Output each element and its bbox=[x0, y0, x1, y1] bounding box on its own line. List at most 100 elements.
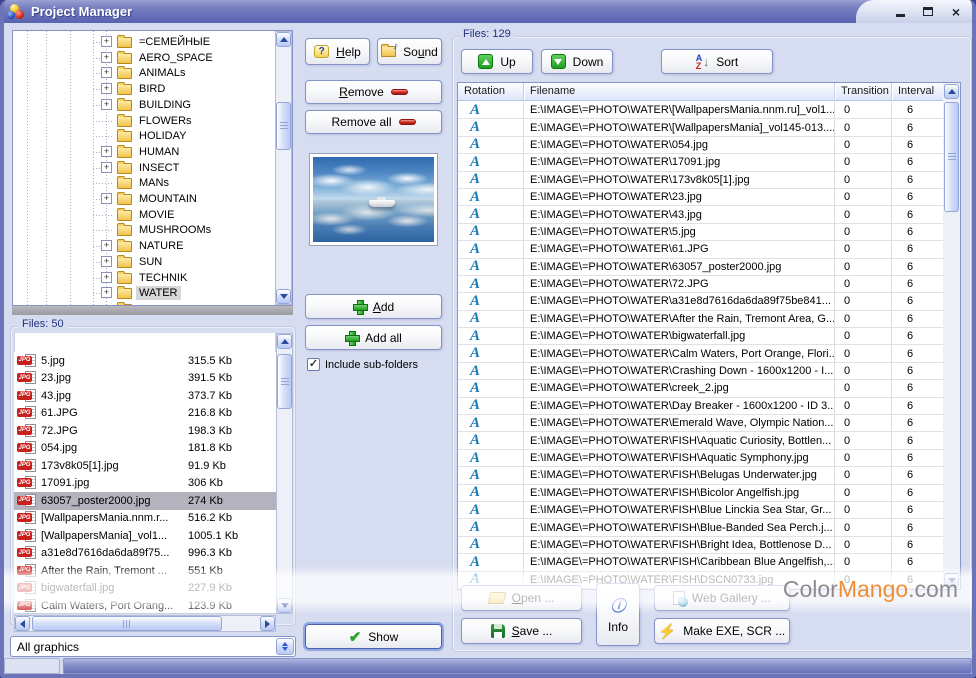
playlist-row[interactable]: AE:\IMAGE\=PHOTO\WATER\Emerald Wave, Oly… bbox=[458, 415, 944, 432]
file-list-row[interactable]: JPGCalm Waters, Port Orang...123.9 Kb bbox=[14, 597, 276, 613]
tree-item[interactable]: +WATER bbox=[13, 285, 292, 301]
tree-item[interactable]: +BIRD bbox=[13, 81, 292, 97]
down-button[interactable]: Down bbox=[541, 49, 613, 74]
playlist-row[interactable]: AE:\IMAGE\=PHOTO\WATER\43.jpg06 bbox=[458, 206, 944, 223]
checkbox-check-icon[interactable]: ✓ bbox=[307, 358, 320, 371]
playlist-scroll-up-button[interactable] bbox=[944, 84, 959, 99]
playlist-row[interactable]: AE:\IMAGE\=PHOTO\WATER\61.JPG06 bbox=[458, 241, 944, 258]
show-button[interactable]: ✔ Show bbox=[305, 624, 442, 649]
tree-scroll-down-button[interactable] bbox=[276, 289, 291, 304]
file-list-scroll-up-button[interactable] bbox=[277, 334, 292, 349]
sort-button[interactable]: AZ↓ Sort bbox=[661, 49, 773, 74]
playlist-row[interactable]: AE:\IMAGE\=PHOTO\WATER\17091.jpg06 bbox=[458, 154, 944, 171]
column-header-rotation[interactable]: Rotation bbox=[458, 83, 524, 100]
expand-plus-icon[interactable]: + bbox=[101, 67, 112, 78]
expand-plus-icon[interactable]: + bbox=[101, 256, 112, 267]
web-gallery-button[interactable]: Web Gallery ... bbox=[654, 585, 790, 611]
expand-plus-icon[interactable]: + bbox=[101, 240, 112, 251]
playlist-scrollbar[interactable] bbox=[943, 83, 960, 589]
tree-scrollbar[interactable] bbox=[275, 31, 292, 305]
playlist-row[interactable]: AE:\IMAGE\=PHOTO\WATER\Crashing Down - 1… bbox=[458, 363, 944, 380]
file-list-row[interactable]: JPG[WallpapersMania]_vol1...1005.1 Kb bbox=[14, 527, 276, 545]
playlist-row[interactable]: AE:\IMAGE\=PHOTO\WATER\63057_poster2000.… bbox=[458, 259, 944, 276]
column-header-filename[interactable]: Filename bbox=[524, 83, 835, 100]
tree-item[interactable]: FLOWERs bbox=[13, 113, 292, 129]
file-list-row[interactable]: JPG72.JPG198.3 Kb bbox=[14, 422, 276, 440]
tree-item[interactable]: +SUN bbox=[13, 254, 292, 270]
up-button[interactable]: Up bbox=[461, 49, 533, 74]
playlist-row[interactable]: AE:\IMAGE\=PHOTO\WATER\FISH\Blue Linckia… bbox=[458, 502, 944, 519]
file-type-filter[interactable]: All graphics bbox=[10, 636, 296, 657]
tree-item[interactable]: HOLIDAY bbox=[13, 128, 292, 144]
playlist-row[interactable]: AE:\IMAGE\=PHOTO\WATER\creek_2.jpg06 bbox=[458, 380, 944, 397]
column-header-interval[interactable]: Interval bbox=[892, 83, 944, 100]
file-list-row[interactable]: JPG054.jpg181.8 Kb bbox=[14, 440, 276, 458]
tree-item[interactable]: +INSECT bbox=[13, 160, 292, 176]
playlist-row[interactable]: AE:\IMAGE\=PHOTO\WATER\Calm Waters, Port… bbox=[458, 345, 944, 362]
remove-all-button[interactable]: Remove all bbox=[305, 110, 442, 134]
playlist-scroll-down-button[interactable] bbox=[944, 573, 959, 588]
expand-plus-icon[interactable]: + bbox=[101, 272, 112, 283]
title-bar[interactable]: Project Manager bbox=[0, 0, 976, 23]
expand-plus-icon[interactable]: + bbox=[101, 83, 112, 94]
playlist-row[interactable]: AE:\IMAGE\=PHOTO\WATER\FISH\Blue-Banded … bbox=[458, 519, 944, 536]
playlist-row[interactable]: AE:\IMAGE\=PHOTO\WATER\FISH\Bright Idea,… bbox=[458, 537, 944, 554]
tree-item[interactable]: +HUMAN bbox=[13, 144, 292, 160]
playlist-row[interactable]: AE:\IMAGE\=PHOTO\WATER\23.jpg06 bbox=[458, 189, 944, 206]
tree-item[interactable]: +=СЕМЕЙНЫЕ bbox=[13, 34, 292, 50]
file-list-row[interactable]: JPG63057_poster2000.jpg274 Kb bbox=[14, 492, 276, 510]
tree-item[interactable]: +NATURE bbox=[13, 238, 292, 254]
file-list-scroll-left-button[interactable] bbox=[15, 616, 30, 631]
file-list-row[interactable]: JPGa31e8d7616da6da89f75...996.3 Kb bbox=[14, 545, 276, 563]
tree-item[interactable]: +AERO_SPACE bbox=[13, 50, 292, 66]
playlist-row[interactable]: AE:\IMAGE\=PHOTO\WATER\bigwaterfall.jpg0… bbox=[458, 328, 944, 345]
playlist-row[interactable]: AE:\IMAGE\=PHOTO\WATER\FISH\Aquatic Curi… bbox=[458, 432, 944, 449]
file-list-scroll-right-button[interactable] bbox=[260, 616, 275, 631]
file-list-hscrollbar[interactable] bbox=[14, 615, 276, 632]
expand-plus-icon[interactable]: + bbox=[101, 52, 112, 63]
tree-item[interactable]: +MOUNTAIN bbox=[13, 191, 292, 207]
file-type-filter-spinner[interactable] bbox=[276, 638, 294, 655]
add-button[interactable]: Add bbox=[305, 294, 442, 319]
playlist-row[interactable]: AE:\IMAGE\=PHOTO\WATER\FISH\Bicolor Ange… bbox=[458, 485, 944, 502]
file-list-row[interactable]: JPG17091.jpg306 Kb bbox=[14, 475, 276, 493]
maximize-button[interactable] bbox=[920, 4, 936, 20]
expand-plus-icon[interactable]: + bbox=[101, 99, 112, 110]
playlist-row[interactable]: AE:\IMAGE\=PHOTO\WATER\054.jpg06 bbox=[458, 137, 944, 154]
info-button[interactable]: ⓘ Info bbox=[596, 583, 640, 646]
playlist-row[interactable]: AE:\IMAGE\=PHOTO\WATER\FISH\Caribbean Bl… bbox=[458, 554, 944, 571]
close-button[interactable]: × bbox=[948, 4, 964, 20]
tree-item[interactable]: +BUILDING bbox=[13, 97, 292, 113]
playlist-row[interactable]: AE:\IMAGE\=PHOTO\WATER\a31e8d7616da6da89… bbox=[458, 293, 944, 310]
file-list-row[interactable]: JPG23.jpg391.5 Kb bbox=[14, 370, 276, 388]
remove-button[interactable]: Remove bbox=[305, 80, 442, 104]
expand-plus-icon[interactable]: + bbox=[101, 36, 112, 47]
open-button[interactable]: Open ... bbox=[461, 585, 582, 611]
tree-list-splitter[interactable] bbox=[12, 306, 293, 315]
file-list-hscroll-thumb[interactable] bbox=[32, 616, 222, 631]
file-list-row[interactable]: JPG[WallpapersMania.nnm.r...516.2 Kb bbox=[14, 510, 276, 528]
include-subfolders-checkbox[interactable]: ✓ Include sub-folders bbox=[307, 358, 418, 371]
file-list-scroll-thumb[interactable] bbox=[277, 354, 292, 409]
tree-scroll-up-button[interactable] bbox=[276, 32, 291, 47]
file-list-row[interactable]: JPG61.JPG216.8 Kb bbox=[14, 405, 276, 423]
tree-item[interactable]: +TECHNIK bbox=[13, 270, 292, 286]
playlist-row[interactable]: AE:\IMAGE\=PHOTO\WATER\[WallpapersMania.… bbox=[458, 102, 944, 119]
file-list-scroll-down-button[interactable] bbox=[277, 598, 292, 613]
sound-button[interactable]: ♪ Sound bbox=[377, 38, 442, 65]
playlist-row[interactable]: AE:\IMAGE\=PHOTO\WATER\Day Breaker - 160… bbox=[458, 398, 944, 415]
playlist-scroll-thumb[interactable] bbox=[944, 102, 959, 212]
playlist-row[interactable]: AE:\IMAGE\=PHOTO\WATER\After the Rain, T… bbox=[458, 311, 944, 328]
help-button[interactable]: ? Help bbox=[305, 38, 370, 65]
tree-item[interactable]: +ANIMALs bbox=[13, 65, 292, 81]
file-list-row[interactable]: JPG43.jpg373.7 Kb bbox=[14, 387, 276, 405]
expand-plus-icon[interactable]: + bbox=[101, 162, 112, 173]
tree-item[interactable]: MANs bbox=[13, 175, 292, 191]
file-list-row[interactable]: JPG173v8k05[1].jpg91.9 Kb bbox=[14, 457, 276, 475]
playlist-row[interactable]: AE:\IMAGE\=PHOTO\WATER\FISH\Aquatic Symp… bbox=[458, 450, 944, 467]
file-list-row[interactable]: JPGbigwaterfall.jpg227.9 Kb bbox=[14, 580, 276, 598]
playlist-row[interactable]: AE:\IMAGE\=PHOTO\WATER\[WallpapersMania]… bbox=[458, 119, 944, 136]
expand-plus-icon[interactable]: + bbox=[101, 287, 112, 298]
playlist-row[interactable]: AE:\IMAGE\=PHOTO\WATER\173v8k05[1].jpg06 bbox=[458, 172, 944, 189]
tree-scroll-thumb[interactable] bbox=[276, 102, 291, 150]
